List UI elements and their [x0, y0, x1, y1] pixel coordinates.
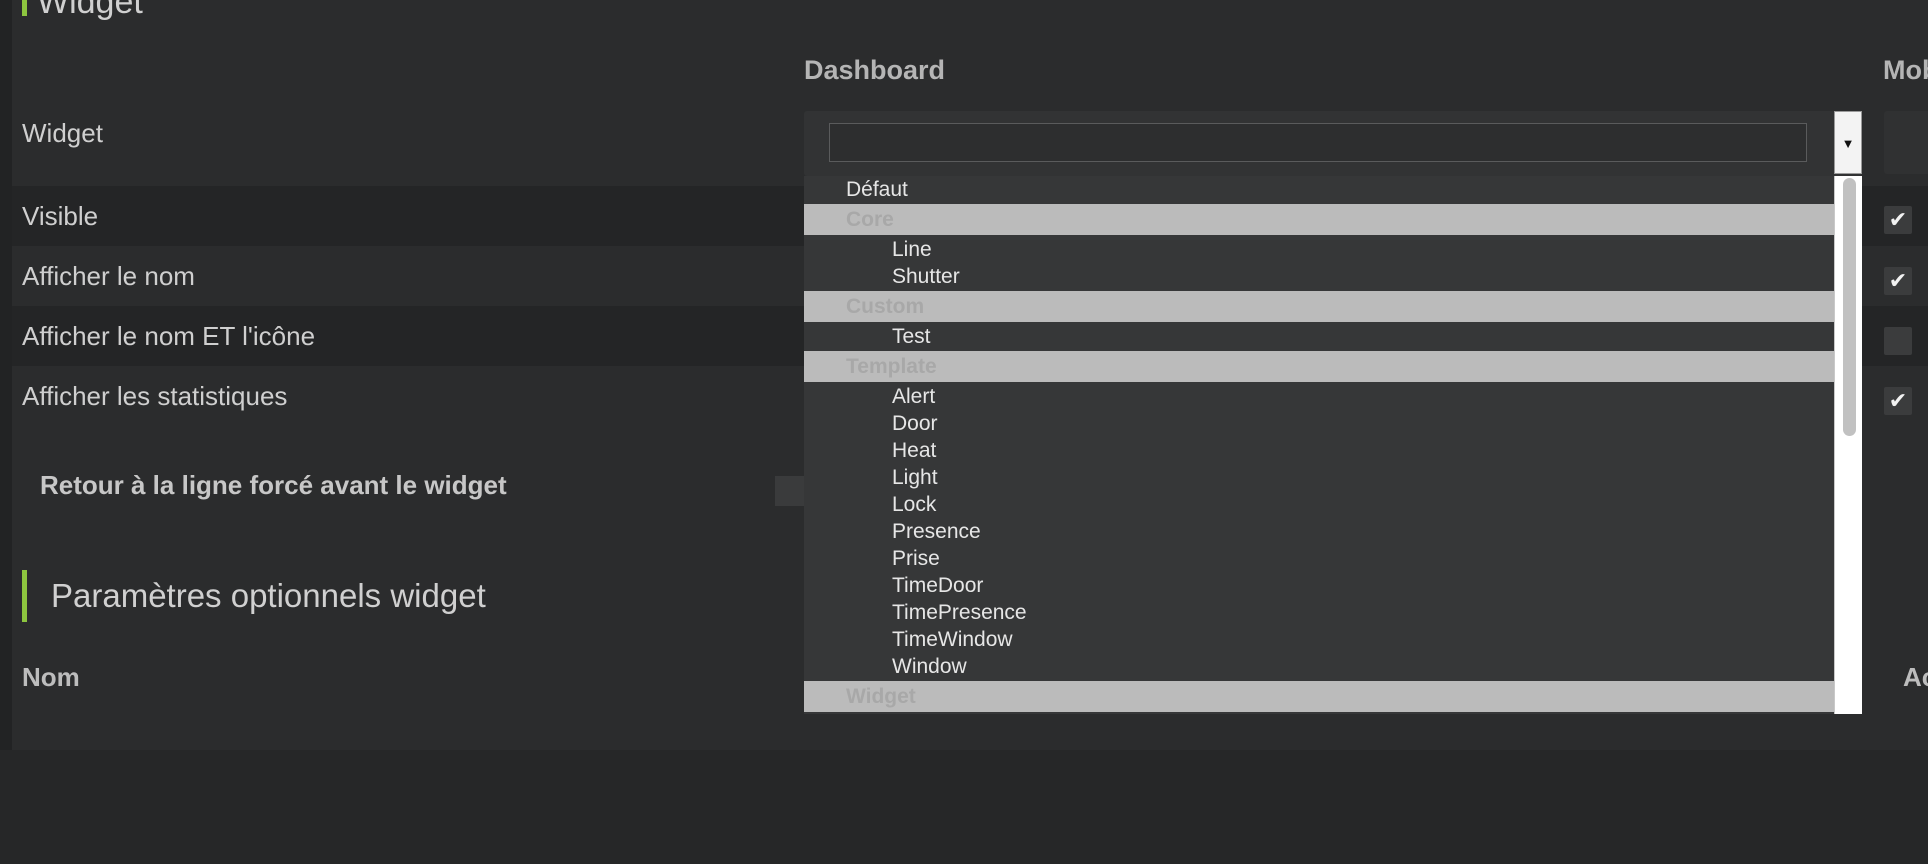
action-column-header: Action [1903, 662, 1928, 692]
left-gutter [0, 0, 12, 864]
option-group-header: Custom [804, 291, 1834, 322]
option-item[interactable]: TimeDoor [804, 572, 1834, 599]
option-item[interactable]: Alert [804, 383, 1834, 410]
option-item[interactable]: Line [804, 236, 1834, 263]
option-item[interactable]: Presence [804, 518, 1834, 545]
option-item[interactable]: Lock [804, 491, 1834, 518]
section-accent-bar [22, 0, 27, 16]
mobile-show-stats-checkbox[interactable]: ✔ [1884, 387, 1912, 415]
widget-section-header: Widget [22, 0, 143, 21]
section-accent-bar [22, 570, 27, 622]
option-item[interactable]: Prise [804, 545, 1834, 572]
show-name-label: Afficher le nom [22, 260, 195, 291]
show-name-icon-label: Afficher le nom ET l'icône [22, 320, 316, 351]
scrollbar-thumb[interactable] [1843, 178, 1856, 436]
option-item[interactable]: TimeWindow [804, 626, 1834, 653]
option-item[interactable]: Door [804, 410, 1834, 437]
dropdown-scrollbar[interactable] [1834, 176, 1862, 714]
option-item[interactable]: Shutter [804, 263, 1834, 290]
option-group-header: Core [804, 204, 1834, 235]
section-title: Widget [37, 0, 143, 21]
option-item[interactable]: TimePresence [804, 599, 1834, 626]
visible-label: Visible [22, 200, 99, 231]
options-list: Défaut Core Line Shutter Custom Test Template… [804, 176, 1834, 714]
dashboard-column-header: Dashboard [804, 55, 946, 85]
option-item[interactable]: Test [804, 323, 1834, 350]
optional-params-header: Paramètres optionnels widget [22, 570, 486, 622]
dropdown-arrow-icon[interactable]: ▼ [1834, 111, 1862, 174]
mobile-show-name-icon-checkbox[interactable] [1884, 327, 1912, 355]
mobile-visible-checkbox[interactable]: ✔ [1884, 206, 1912, 234]
option-default[interactable]: Défaut [804, 176, 1834, 203]
option-group-header: Template [804, 351, 1834, 382]
mobile-show-name-checkbox[interactable]: ✔ [1884, 267, 1912, 295]
option-item[interactable]: Window [804, 653, 1834, 680]
mobile-column-header: Mobile [1883, 55, 1928, 85]
option-item[interactable]: Heat [804, 437, 1834, 464]
widget-label: Widget [22, 117, 103, 148]
widget-options-dropdown: Défaut Core Line Shutter Custom Test Template… [804, 176, 1862, 714]
line-break-label: Retour à la ligne forcé avant le widget [40, 470, 507, 500]
line-break-checkbox[interactable] [775, 476, 805, 506]
name-column-header: Nom [22, 662, 80, 692]
option-group-header: Widget [804, 681, 1834, 712]
optional-section-title: Paramètres optionnels widget [51, 577, 486, 614]
option-item[interactable]: Light [804, 464, 1834, 491]
show-stats-label: Afficher les statistiques [22, 380, 288, 411]
mobile-widget-select[interactable] [1884, 111, 1928, 174]
option-item[interactable]: Alarme_Status [804, 713, 1834, 714]
page-background [0, 750, 1928, 864]
select-search-input[interactable] [829, 123, 1807, 162]
